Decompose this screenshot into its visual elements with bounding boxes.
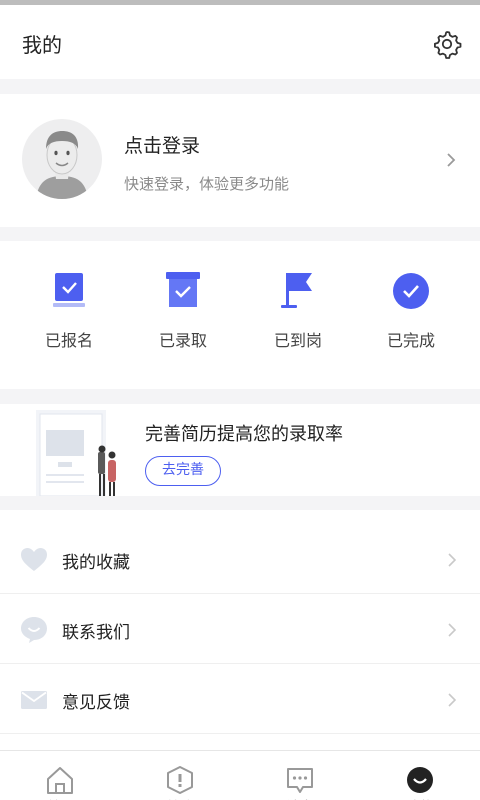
tab-label: 我的: [360, 796, 480, 800]
menu-item-label: 我的收藏: [62, 553, 130, 573]
menu-item-feedback[interactable]: 意见反馈: [0, 664, 480, 734]
tab-label: 消息: [240, 796, 360, 800]
resume-banner[interactable]: 完善简历提高您的录取率 去完善: [0, 404, 480, 496]
page-header: 我的: [0, 5, 480, 79]
tab-featured[interactable]: 精选: [120, 751, 240, 800]
tab-label: 首页: [0, 796, 120, 800]
menu-list: 我的收藏 联系我们 意见反馈: [0, 510, 480, 750]
resume-banner-title: 完善简历提高您的录取率: [145, 424, 343, 445]
chat-smile-icon: [21, 617, 47, 643]
mail-icon: [21, 691, 47, 709]
chevron-right-icon[interactable]: [444, 150, 458, 170]
chevron-right-icon: [448, 623, 457, 637]
menu-item-label: 意见反馈: [62, 693, 130, 713]
menu-item-favorites[interactable]: 我的收藏: [0, 524, 480, 594]
page-title: 我的: [22, 33, 62, 57]
status-label: 已到岗: [273, 331, 322, 350]
chevron-right-icon: [448, 693, 457, 707]
status-label: 已完成: [386, 331, 435, 350]
message-icon: [287, 768, 313, 793]
application-status-panel: 已报名 已录取 已到岗 已完成: [0, 241, 480, 389]
bottom-tab-bar: 首页 精选 消息 我的: [0, 750, 480, 800]
box-check-icon: [166, 272, 200, 307]
status-label: 已录取: [158, 331, 207, 350]
compass-icon: [167, 766, 193, 794]
tab-home[interactable]: 首页: [0, 751, 120, 800]
status-label: 已报名: [44, 331, 93, 350]
complete-resume-button[interactable]: 去完善: [145, 456, 221, 486]
clipboard-check-icon: [53, 273, 85, 307]
check-circle-icon: [393, 273, 429, 309]
login-card[interactable]: 点击登录 快速登录，体验更多功能: [0, 94, 480, 227]
home-icon: [47, 767, 73, 794]
heart-icon: [21, 548, 47, 571]
profile-icon: [407, 767, 433, 793]
login-title[interactable]: 点击登录: [124, 131, 200, 158]
chevron-right-icon: [448, 553, 457, 567]
default-avatar-icon: [36, 131, 88, 199]
status-completed[interactable]: 已完成: [361, 269, 461, 359]
avatar[interactable]: [22, 119, 102, 199]
resume-illustration: [36, 410, 116, 496]
tab-label: 精选: [120, 796, 240, 800]
menu-item-contact[interactable]: 联系我们: [0, 594, 480, 664]
gear-icon[interactable]: [432, 29, 462, 59]
status-on-duty[interactable]: 已到岗: [248, 269, 348, 359]
status-admitted[interactable]: 已录取: [133, 269, 233, 359]
flag-icon: [281, 273, 312, 308]
status-registered[interactable]: 已报名: [19, 269, 119, 359]
menu-item-label: 联系我们: [62, 623, 130, 643]
tab-messages[interactable]: 消息: [240, 751, 360, 800]
login-subtitle: 快速登录，体验更多功能: [124, 175, 290, 193]
tab-profile[interactable]: 我的: [360, 751, 480, 800]
